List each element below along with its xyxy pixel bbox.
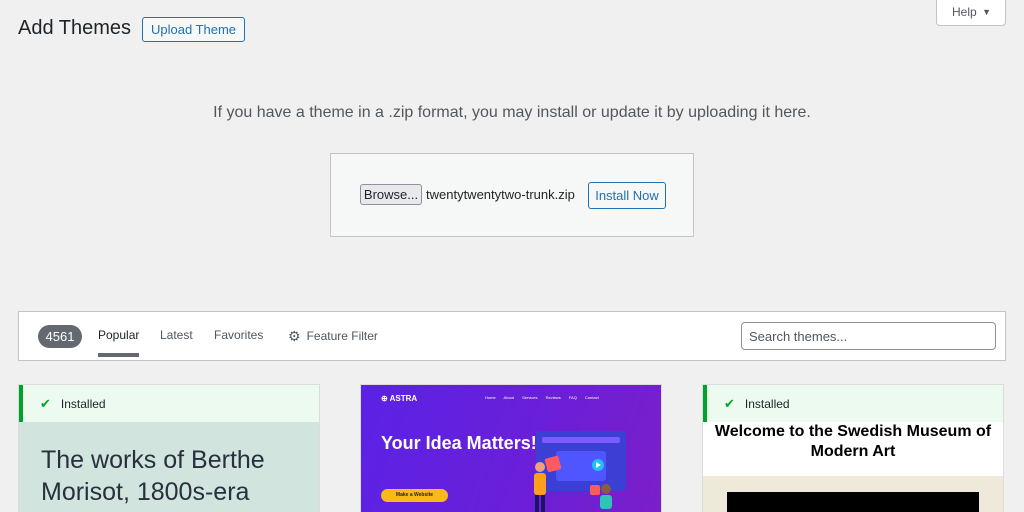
theme-card[interactable]: The works of Berthe Morisot, 1800s-era ✔… bbox=[18, 384, 320, 512]
theme-screenshot-text: Welcome to the Swedish Museum of Modern … bbox=[714, 423, 992, 460]
astra-cta-button: Make a Website bbox=[381, 489, 448, 502]
theme-filter-bar: 4561 Popular Latest Favorites ⚙ Feature F… bbox=[18, 311, 1006, 361]
selected-file-name: twentytwentytwo-trunk.zip bbox=[426, 187, 575, 202]
feature-filter-label: Feature Filter bbox=[306, 329, 378, 343]
tab-latest[interactable]: Latest bbox=[160, 328, 193, 342]
page-title: Add Themes bbox=[18, 17, 132, 39]
tab-favorites[interactable]: Favorites bbox=[214, 328, 263, 342]
install-now-button[interactable]: Install Now bbox=[588, 182, 666, 209]
caret-down-icon: ▼ bbox=[982, 7, 991, 17]
gear-icon: ⚙ bbox=[288, 328, 301, 344]
installed-notice: ✔ Installed bbox=[703, 385, 1003, 422]
theme-screenshot: Welcome to the Swedish Museum of Modern … bbox=[703, 422, 1003, 512]
illustration-image bbox=[534, 431, 626, 512]
theme-screenshot-image bbox=[727, 492, 979, 512]
upload-instructions: If you have a theme in a .zip format, yo… bbox=[213, 104, 811, 121]
theme-card[interactable]: Welcome to the Swedish Museum of Modern … bbox=[702, 384, 1004, 512]
installed-label: Installed bbox=[60, 397, 106, 411]
theme-card[interactable]: ⊕ ASTRA Home About Services Reviews FAQ … bbox=[360, 384, 662, 512]
tab-popular[interactable]: Popular bbox=[98, 328, 140, 357]
upload-theme-button[interactable]: Upload Theme bbox=[142, 17, 246, 42]
checkmark-icon: ✔ bbox=[724, 396, 735, 411]
upload-form: Browse... twentytwentytwo-trunk.zip Inst… bbox=[330, 153, 694, 237]
help-button[interactable]: Help ▼ bbox=[936, 0, 1006, 26]
astra-nav-links: Home About Services Reviews FAQ Contact bbox=[485, 395, 599, 400]
theme-screenshot: ⊕ ASTRA Home About Services Reviews FAQ … bbox=[361, 385, 661, 512]
theme-screenshot: The works of Berthe Morisot, 1800s-era bbox=[19, 422, 319, 512]
help-label: Help bbox=[952, 5, 977, 19]
theme-count-badge: 4561 bbox=[38, 325, 82, 348]
feature-filter-button[interactable]: ⚙ Feature Filter bbox=[288, 328, 378, 345]
theme-screenshot-text: The works of Berthe Morisot, 1800s-era bbox=[41, 446, 265, 506]
search-themes-input[interactable] bbox=[741, 322, 996, 350]
astra-headline: Your Idea Matters! bbox=[381, 433, 537, 453]
installed-label: Installed bbox=[744, 397, 790, 411]
installed-notice: ✔ Installed bbox=[19, 385, 319, 422]
astra-logo: ⊕ ASTRA bbox=[381, 394, 418, 403]
browse-button[interactable]: Browse... bbox=[360, 184, 422, 205]
astra-brand-text: ASTRA bbox=[389, 394, 418, 403]
checkmark-icon: ✔ bbox=[40, 396, 51, 411]
